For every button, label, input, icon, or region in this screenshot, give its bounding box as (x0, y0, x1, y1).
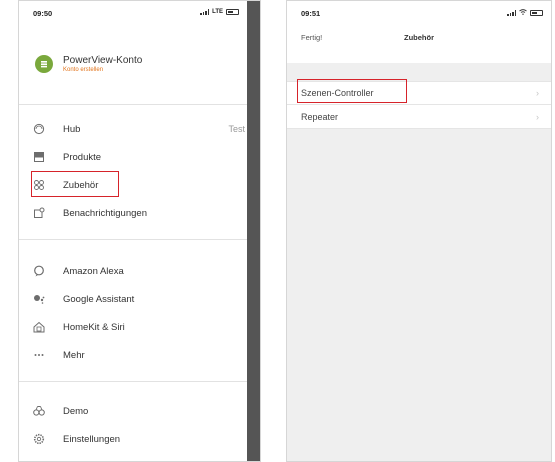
accessories-list: Szenen-Controller › Repeater › (287, 63, 551, 461)
google-assistant-icon (29, 291, 49, 307)
left-phone-screen: 09:50 LTE PowerView-Konto Konto erstelle… (18, 0, 261, 462)
menu-item-label: HomeKit & Siri (63, 321, 125, 333)
chevron-right-icon: › (536, 111, 539, 122)
right-phone-screen: 09:51 Fertig! Zubehör Szenen-Controller … (286, 0, 552, 462)
hub-name: Test (228, 124, 245, 134)
menu-item-label: Hub (63, 123, 81, 135)
menu-item-label: Mehr (63, 349, 85, 361)
menu-item-label: Google Assistant (63, 293, 135, 305)
menu-item-amazon-alexa[interactable]: Amazon Alexa (29, 259, 245, 283)
create-account-link[interactable]: Konto erstellen (63, 67, 142, 73)
menu-item-hub[interactable]: Hub Test (29, 117, 245, 141)
notifications-icon (29, 205, 49, 221)
status-bar: 09:51 (287, 1, 551, 23)
status-time: 09:51 (301, 9, 321, 18)
divider (19, 239, 247, 240)
homekit-icon (29, 319, 49, 335)
wifi-icon (519, 9, 527, 17)
products-icon (29, 149, 49, 165)
menu-item-more[interactable]: Mehr (29, 343, 245, 367)
side-menu: 09:50 LTE PowerView-Konto Konto erstelle… (19, 1, 247, 461)
hub-icon (29, 121, 49, 137)
menu-item-label: Einstellungen (63, 433, 121, 445)
status-indicators: LTE (200, 9, 239, 15)
account-title: PowerView-Konto (63, 55, 143, 66)
status-time: 09:50 (33, 9, 53, 18)
underlying-screen-overlay[interactable] (247, 1, 260, 461)
chevron-right-icon: › (536, 88, 539, 98)
menu-item-settings[interactable]: Einstellungen (29, 427, 245, 451)
status-bar: 09:50 LTE (19, 1, 247, 23)
scene-controller-highlight-box (297, 79, 407, 103)
divider (19, 381, 247, 382)
accessories-highlight-box (31, 171, 119, 197)
list-item-repeater[interactable]: Repeater › (287, 105, 551, 129)
status-indicators (507, 9, 543, 17)
menu-item-label: Produkte (63, 151, 102, 163)
menu-item-homekit-siri[interactable]: HomeKit & Siri (29, 315, 245, 339)
signal-icon (200, 9, 210, 15)
more-icon (29, 347, 49, 363)
menu-item-label: Amazon Alexa (63, 265, 124, 277)
list-item-label: Repeater (301, 111, 339, 122)
account-entry[interactable]: PowerView-Konto Konto erstellen (35, 55, 142, 73)
alexa-icon (29, 263, 49, 279)
demo-icon (29, 403, 49, 419)
menu-item-notifications[interactable]: Benachrichtigungen (29, 201, 245, 225)
settings-icon (29, 431, 49, 447)
signal-icon (507, 10, 516, 16)
menu-item-label: Demo (63, 405, 89, 417)
menu-item-label: Benachrichtigungen (63, 207, 147, 219)
divider (19, 104, 247, 105)
menu-item-demo[interactable]: Demo (29, 399, 245, 423)
battery-icon (226, 9, 239, 15)
navigation-bar: Fertig! Zubehör (287, 23, 551, 51)
page-title: Zubehör (404, 33, 434, 42)
network-type: LTE (212, 9, 223, 15)
menu-item-products[interactable]: Produkte (29, 145, 245, 169)
powerview-logo-icon (35, 55, 53, 73)
menu-item-google-assistant[interactable]: Google Assistant (29, 287, 245, 311)
battery-icon (530, 10, 543, 16)
